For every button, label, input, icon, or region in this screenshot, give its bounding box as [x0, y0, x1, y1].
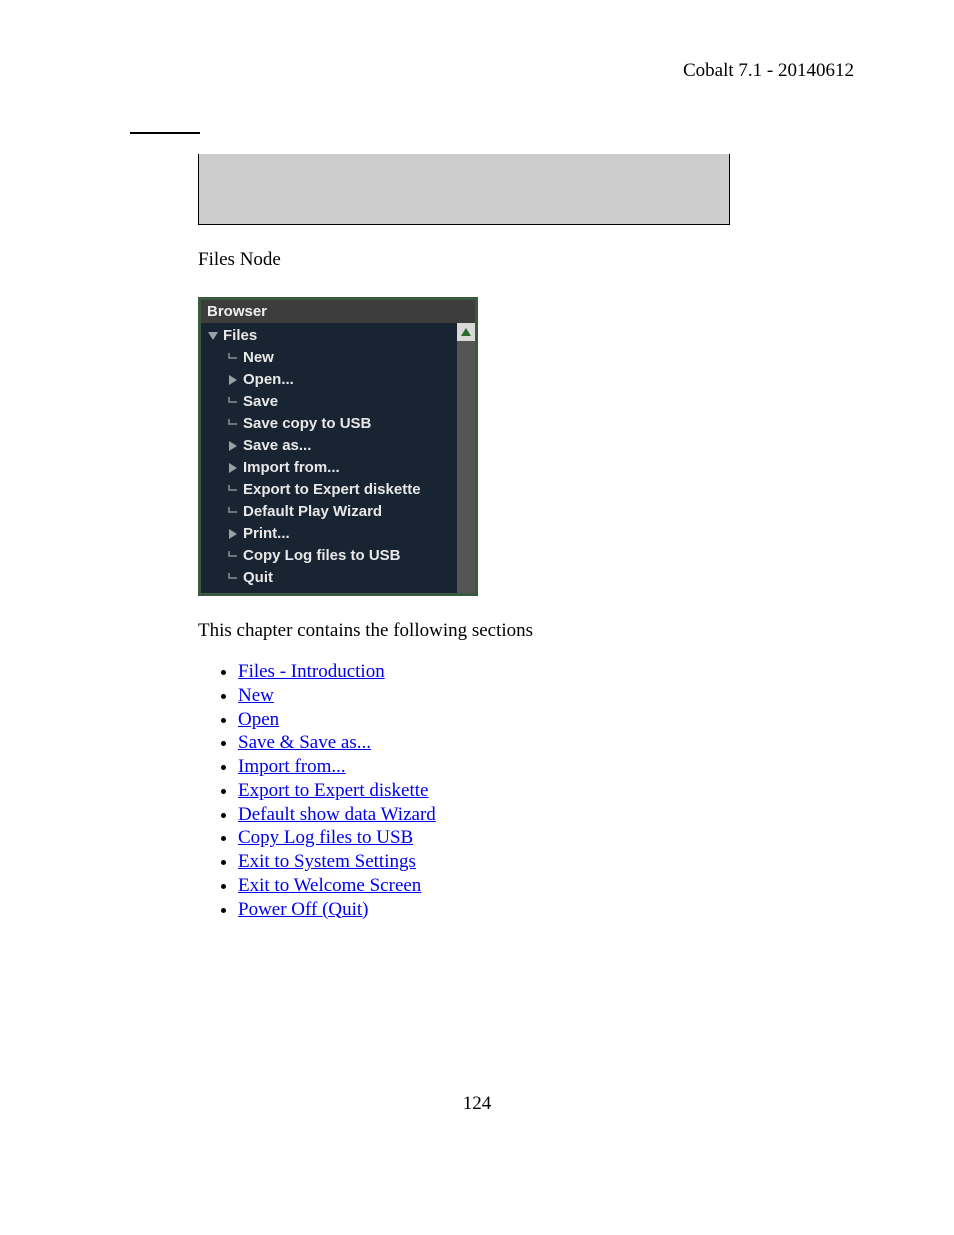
- section-link[interactable]: Exit to System Settings: [238, 851, 416, 872]
- tree-item-label: Copy Log files to USB: [243, 546, 401, 566]
- tree-branch-icon: [227, 551, 239, 561]
- list-item: Save & Save as...: [238, 731, 864, 755]
- tree-root-files[interactable]: Files: [201, 325, 475, 347]
- page-number: 124: [0, 1093, 954, 1115]
- tree-branch-icon: [227, 485, 239, 495]
- chevron-up-icon: [461, 328, 471, 336]
- tree-item-label: Save as...: [243, 436, 311, 456]
- chevron-right-icon: [227, 441, 239, 451]
- tree-item-label: Import from...: [243, 458, 340, 478]
- section-link[interactable]: New: [238, 685, 274, 706]
- section-rule: [130, 132, 200, 134]
- tree-item[interactable]: Import from...: [201, 457, 475, 479]
- tree-item[interactable]: Default Play Wizard: [201, 501, 475, 523]
- tree-item[interactable]: Open...: [201, 369, 475, 391]
- list-item: New: [238, 684, 864, 708]
- list-item: Files - Introduction: [238, 660, 864, 684]
- list-item: Exit to Welcome Screen: [238, 874, 864, 898]
- chapter-intro: This chapter contains the following sect…: [198, 620, 864, 642]
- tree-item[interactable]: Save: [201, 391, 475, 413]
- tree-root-label: Files: [223, 326, 257, 346]
- tree-item[interactable]: Print...: [201, 523, 475, 545]
- browser-body: Files NewOpen...SaveSave copy to USBSave…: [201, 323, 475, 593]
- section-link[interactable]: Default show data Wizard: [238, 804, 436, 825]
- list-item: Open: [238, 708, 864, 732]
- list-item: Exit to System Settings: [238, 850, 864, 874]
- tree-item-label: Default Play Wizard: [243, 502, 382, 522]
- list-item: Copy Log files to USB: [238, 826, 864, 850]
- list-item: Power Off (Quit): [238, 898, 864, 922]
- tree-branch-icon: [227, 573, 239, 583]
- section-link[interactable]: Import from...: [238, 756, 346, 777]
- scrollbar[interactable]: [457, 323, 475, 593]
- tree-item-label: Quit: [243, 568, 273, 588]
- tree-item-label: New: [243, 348, 274, 368]
- browser-screenshot: Browser Files NewOpen...SaveSave copy to…: [198, 297, 864, 596]
- list-item: Default show data Wizard: [238, 803, 864, 827]
- tree-item[interactable]: Save as...: [201, 435, 475, 457]
- section-link[interactable]: Power Off (Quit): [238, 899, 369, 920]
- section-link[interactable]: Save & Save as...: [238, 732, 371, 753]
- scroll-up-button[interactable]: [457, 323, 475, 341]
- tree-branch-icon: [227, 507, 239, 517]
- tree-item[interactable]: New: [201, 347, 475, 369]
- browser-panel: Browser Files NewOpen...SaveSave copy to…: [198, 297, 478, 596]
- section-link[interactable]: Exit to Welcome Screen: [238, 875, 421, 896]
- browser-title: Browser: [201, 300, 475, 323]
- tree-item-label: Print...: [243, 524, 290, 544]
- chevron-right-icon: [227, 375, 239, 385]
- chevron-down-icon: [207, 332, 219, 340]
- tree-item[interactable]: Copy Log files to USB: [201, 545, 475, 567]
- section-link[interactable]: Copy Log files to USB: [238, 827, 413, 848]
- section-links: Files - Introduction New OpenSave & Save a…: [238, 660, 864, 921]
- figure-caption: Files Node: [198, 249, 864, 271]
- note-box: [198, 154, 730, 225]
- tree-item-label: Export to Expert diskette: [243, 480, 421, 500]
- section-link[interactable]: Open: [238, 709, 279, 730]
- tree-branch-icon: [227, 397, 239, 407]
- tree-item[interactable]: Save copy to USB: [201, 413, 475, 435]
- tree-item-label: Save: [243, 392, 278, 412]
- document-page: Cobalt 7.1 - 20140612 Files Node Browser…: [0, 0, 954, 1235]
- tree-item[interactable]: Export to Expert diskette: [201, 479, 475, 501]
- tree-children: NewOpen...SaveSave copy to USBSave as...…: [201, 347, 475, 589]
- tree-branch-icon: [227, 419, 239, 429]
- tree-item[interactable]: Quit: [201, 567, 475, 589]
- section-link[interactable]: Files - Introduction: [238, 661, 385, 682]
- section-link[interactable]: Export to Expert diskette: [238, 780, 428, 801]
- tree-item-label: Open...: [243, 370, 294, 390]
- list-item: Export to Expert diskette: [238, 779, 864, 803]
- tree-branch-icon: [227, 353, 239, 363]
- header-version: Cobalt 7.1 - 20140612: [130, 60, 864, 82]
- chevron-right-icon: [227, 529, 239, 539]
- chevron-right-icon: [227, 463, 239, 473]
- list-item: Import from...: [238, 755, 864, 779]
- tree-item-label: Save copy to USB: [243, 414, 371, 434]
